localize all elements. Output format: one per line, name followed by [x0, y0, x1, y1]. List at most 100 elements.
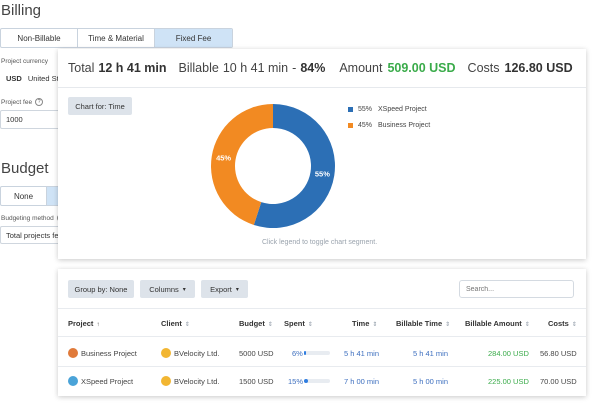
- legend-swatch-xspeed: [348, 107, 353, 112]
- col-header-time[interactable]: Time ⇕: [352, 319, 377, 328]
- billable-label: Billable: [178, 61, 219, 75]
- tab-time-material[interactable]: Time & Material: [78, 29, 155, 47]
- total-value: 12 h 41 min: [98, 61, 167, 75]
- budgeting-method-label-row: Budgeting method: [1, 214, 65, 222]
- currency-select[interactable]: USD United St: [0, 69, 60, 87]
- cell-budget: 1500 USD: [239, 377, 274, 386]
- cell-client[interactable]: BVelocity Ltd.: [174, 349, 219, 358]
- billing-title: Billing: [1, 2, 42, 19]
- budget-option-none[interactable]: None: [1, 187, 47, 205]
- chart-for-button[interactable]: Chart for: Time: [68, 97, 132, 115]
- export-button[interactable]: Export ▾: [201, 280, 248, 298]
- sort-icon: ⇕: [307, 322, 313, 328]
- divider: [58, 366, 586, 367]
- legend-swatch-business: [348, 123, 353, 128]
- sort-icon: ⇕: [184, 322, 190, 328]
- sort-icon: ⇕: [372, 322, 378, 328]
- col-billable-amount-label: Billable Amount: [465, 319, 522, 328]
- cell-spent: 15%: [288, 377, 304, 386]
- columns-button[interactable]: Columns ▾: [140, 280, 195, 298]
- summary-bar: Total 12 h 41 min Billable 10 h 41 min -…: [58, 49, 586, 88]
- amount-value: 509.00 USD: [387, 61, 456, 75]
- col-header-billable-amount[interactable]: Billable Amount ⇕: [465, 319, 530, 328]
- col-header-spent[interactable]: Spent ⇕: [284, 319, 313, 328]
- cell-billable-time[interactable]: 5 h 00 min: [413, 377, 448, 386]
- amount-label: Amount: [339, 61, 383, 75]
- chevron-down-icon: ▾: [235, 286, 239, 293]
- col-client-label: Client: [161, 319, 182, 328]
- search-input[interactable]: [459, 280, 574, 298]
- cell-client[interactable]: BVelocity Ltd.: [174, 377, 219, 386]
- cell-spent: 6%: [292, 349, 303, 358]
- currency-code: USD: [6, 73, 22, 83]
- col-costs-label: Costs: [548, 319, 569, 328]
- project-fee-label-row: Project fee ?: [1, 98, 44, 106]
- budget-toggle: None: [0, 186, 62, 206]
- spent-progress-fill: [304, 379, 308, 383]
- cell-billable-time[interactable]: 5 h 41 min: [413, 349, 448, 358]
- legend-name-business: Business Project: [378, 122, 431, 129]
- summary-chart-card: Total 12 h 41 min Billable 10 h 41 min -…: [58, 49, 586, 259]
- col-project-label: Project: [68, 319, 94, 328]
- col-header-billable-time[interactable]: Billable Time ⇕: [396, 319, 450, 328]
- chart-hint: Click legend to toggle chart segment.: [262, 239, 378, 246]
- sort-icon: ⇕: [267, 322, 273, 328]
- col-header-budget[interactable]: Budget ⇕: [239, 319, 273, 328]
- tab-non-billable[interactable]: Non-Billable: [1, 29, 78, 47]
- client-logo-icon: [161, 348, 171, 358]
- cell-project[interactable]: XSpeed Project: [81, 377, 133, 386]
- group-by-button[interactable]: Group by: None: [68, 280, 134, 298]
- cell-billable-amount: 225.00 USD: [488, 377, 529, 386]
- project-avatar-icon: [68, 348, 78, 358]
- billable-percent: 84%: [300, 61, 326, 75]
- project-fee-label: Project fee: [1, 98, 33, 106]
- budget-title: Budget: [1, 160, 49, 177]
- col-billable-time-label: Billable Time: [396, 319, 443, 328]
- legend-item-xspeed[interactable]: 55% XSpeed Project: [348, 106, 427, 113]
- donut-label-business-project: 45%: [216, 154, 231, 163]
- col-header-project[interactable]: Project ↑: [68, 319, 99, 328]
- billable-separator: -: [292, 61, 297, 75]
- export-label: Export: [210, 284, 232, 294]
- legend-item-business[interactable]: 45% Business Project: [348, 122, 430, 129]
- col-header-client[interactable]: Client ⇕: [161, 319, 190, 328]
- projects-table-card: Group by: None Columns ▾ Export ▾ Projec…: [58, 269, 586, 396]
- tab-fixed-fee[interactable]: Fixed Fee: [155, 29, 232, 47]
- budgeting-method-select[interactable]: Total projects fe: [0, 226, 60, 244]
- legend-name-xspeed: XSpeed Project: [378, 106, 427, 113]
- currency-name: United St: [27, 73, 59, 83]
- cell-time[interactable]: 7 h 00 min: [344, 377, 379, 386]
- col-time-label: Time: [352, 319, 370, 328]
- project-fee-input[interactable]: 1000: [0, 110, 60, 129]
- cell-project[interactable]: Business Project: [81, 349, 137, 358]
- sort-icon: ⇕: [571, 322, 577, 328]
- chevron-down-icon: ▾: [182, 286, 186, 293]
- cell-budget: 5000 USD: [239, 349, 274, 358]
- billing-type-toggle: Non-Billable Time & Material Fixed Fee: [0, 28, 233, 48]
- legend-pct-business: 45%: [358, 122, 373, 129]
- client-logo-icon: [161, 376, 171, 386]
- project-avatar-icon: [68, 376, 78, 386]
- sort-icon: ⇕: [524, 322, 530, 328]
- spent-progress-bar: [304, 351, 330, 355]
- columns-label: Columns: [149, 284, 179, 294]
- col-budget-label: Budget: [239, 319, 265, 328]
- divider: [58, 336, 586, 337]
- cell-billable-amount: 284.00 USD: [488, 349, 529, 358]
- costs-value: 126.80 USD: [504, 61, 573, 75]
- col-header-costs[interactable]: Costs ⇕: [548, 319, 577, 328]
- budgeting-method-label: Budgeting method: [1, 214, 54, 222]
- costs-label: Costs: [467, 61, 500, 75]
- col-spent-label: Spent: [284, 319, 305, 328]
- cell-costs: 56.80 USD: [540, 349, 577, 358]
- spent-progress-bar: [304, 379, 330, 383]
- donut-label-xspeed-project: 55%: [315, 169, 330, 178]
- divider: [58, 308, 586, 309]
- billable-value: 10 h 41 min: [222, 61, 289, 75]
- project-currency-label: Project currency: [1, 58, 48, 65]
- sort-up-icon: ↑: [96, 322, 100, 328]
- info-icon[interactable]: ?: [35, 98, 44, 106]
- total-label: Total: [68, 61, 95, 75]
- cell-time[interactable]: 5 h 41 min: [344, 349, 379, 358]
- donut-chart: 55% 45%: [210, 104, 335, 228]
